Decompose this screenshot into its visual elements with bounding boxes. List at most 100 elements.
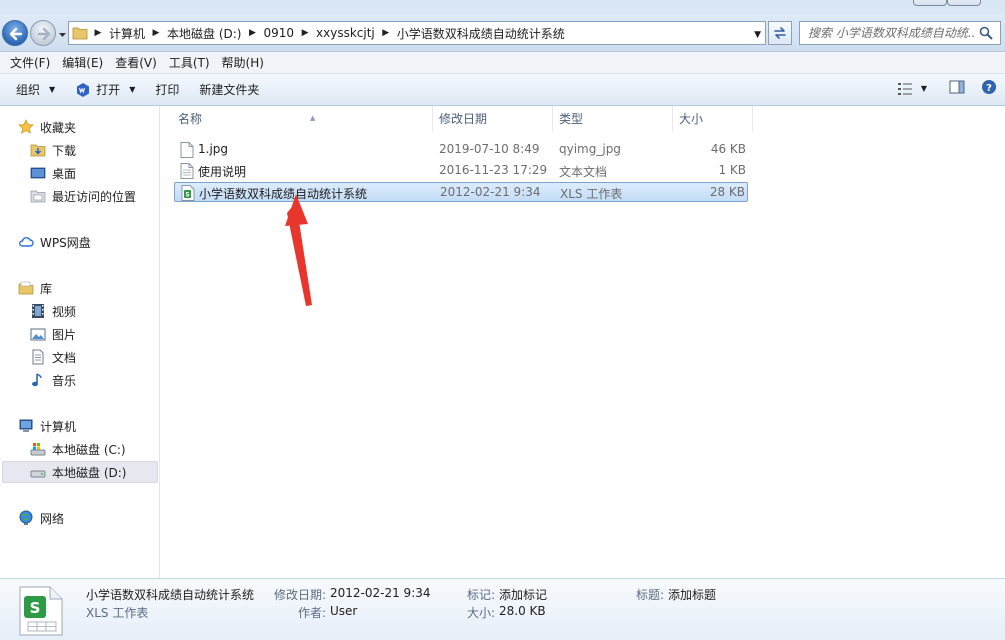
details-tags-value[interactable]: 添加标记 (499, 586, 547, 603)
nav-wps-cloud[interactable]: WPS网盘 (18, 231, 91, 253)
organize-button[interactable]: 组织 ▼ (0, 77, 65, 103)
nav-label: 视频 (52, 304, 77, 319)
column-header-type[interactable]: 类型 (553, 106, 673, 132)
nav-pictures[interactable]: 图片 (30, 323, 76, 345)
wps-icon (75, 82, 91, 98)
back-button[interactable] (2, 20, 28, 46)
file-type: XLS 工作表 (560, 187, 623, 201)
open-button[interactable]: 打开 ▼ (65, 77, 145, 103)
chevron-right-icon[interactable]: ▶ (149, 28, 163, 38)
help-button[interactable]: ? (981, 79, 997, 98)
details-modified-value: 2012-02-21 9:34 (330, 586, 431, 600)
file-name: 1.jpg (198, 142, 229, 156)
address-history-dropdown-icon[interactable]: ▼ (754, 30, 761, 40)
document-icon (30, 349, 46, 365)
file-date: 2016-11-23 17:29 (439, 163, 548, 177)
chevron-right-icon[interactable]: ▶ (298, 28, 312, 38)
forward-arrow-icon (37, 27, 51, 41)
search-input[interactable] (800, 26, 976, 40)
nav-downloads[interactable]: 下载 (30, 139, 76, 161)
details-size-value: 28.0 KB (499, 604, 546, 618)
help-icon: ? (982, 80, 996, 94)
chevron-right-icon[interactable]: ▶ (245, 28, 259, 38)
star-icon (18, 119, 34, 135)
column-label: 大小 (679, 112, 704, 126)
breadcrumb-current-folder[interactable]: 小学语数双科成绩自动统计系统 (393, 25, 569, 42)
menu-file[interactable]: 文件(F) (4, 53, 56, 73)
column-header-size[interactable]: 大小 (673, 106, 753, 132)
nav-network[interactable]: 网络 (18, 507, 64, 529)
search-box[interactable] (799, 21, 1001, 45)
file-type: 文本文档 (559, 165, 608, 179)
menu-tools[interactable]: 工具(T) (163, 53, 216, 73)
details-view-icon (897, 82, 912, 95)
nav-recent-places[interactable]: 最近访问的位置 (30, 185, 136, 207)
text-file-icon (180, 163, 194, 179)
maximize-button[interactable] (947, 0, 981, 6)
back-arrow-icon (9, 27, 23, 41)
nav-libraries[interactable]: 库 (18, 277, 52, 299)
file-type: qyimg_jpg (559, 142, 621, 156)
column-header-name[interactable]: ▲ 名称 (172, 106, 433, 132)
file-row-xls[interactable]: S 小学语数双科成绩自动统计系统 2012-02-21 9:34 XLS 工作表… (174, 182, 748, 202)
nav-drive-d[interactable]: 本地磁盘 (D:) (2, 461, 158, 483)
details-title-value[interactable]: 添加标题 (668, 586, 716, 603)
file-list: ▲ 名称 修改日期 类型 大小 1.jpg 2019-07-10 8:49 qy… (160, 106, 1005, 578)
preview-pane-icon (949, 80, 965, 94)
menu-edit[interactable]: 编辑(E) (56, 53, 109, 73)
nav-label: 本地磁盘 (D:) (52, 465, 127, 480)
menu-help[interactable]: 帮助(H) (216, 53, 270, 73)
cloud-icon (18, 234, 34, 250)
video-icon (30, 303, 46, 319)
nav-label: 库 (40, 281, 53, 296)
details-pane: S 小学语数双科成绩自动统计系统 XLS 工作表 修改日期: 2012-02-2… (0, 578, 1005, 640)
nav-label: 本地磁盘 (C:) (52, 442, 126, 457)
nav-documents[interactable]: 文档 (30, 346, 76, 368)
command-bar: 组织 ▼ 打开 ▼ 打印 新建文件夹 ▼ ? (0, 74, 1005, 106)
breadcrumb-computer[interactable]: 计算机 (105, 25, 149, 42)
nav-label: 下载 (52, 143, 77, 158)
details-title-label: 标题: (636, 588, 665, 602)
preview-pane-button[interactable] (949, 80, 965, 97)
jpg-file-icon (180, 142, 194, 158)
nav-label: 计算机 (40, 419, 77, 434)
xls-large-file-icon: S (19, 586, 63, 636)
nav-label: 收藏夹 (40, 120, 77, 135)
forward-button[interactable] (30, 20, 56, 46)
breadcrumb-0910[interactable]: 0910 (259, 26, 298, 40)
details-author-value[interactable]: User (330, 604, 357, 618)
library-icon (18, 280, 34, 296)
file-date: 2012-02-21 9:34 (440, 185, 541, 199)
dropdown-arrow-icon: ▼ (129, 85, 136, 94)
navigation-pane: 收藏夹 下载 桌面 最近访问的位置 WPS网盘 库 视频 图片 文档 音乐 计算… (0, 106, 160, 578)
nav-videos[interactable]: 视频 (30, 300, 76, 322)
nav-favorites[interactable]: 收藏夹 (18, 116, 76, 138)
file-row-1jpg[interactable]: 1.jpg 2019-07-10 8:49 qyimg_jpg 46 KB (174, 140, 748, 160)
nav-label: 文档 (52, 350, 77, 365)
nav-desktop[interactable]: 桌面 (30, 162, 76, 184)
nav-label: 最近访问的位置 (52, 189, 137, 204)
print-button[interactable]: 打印 (145, 77, 189, 103)
hard-drive-icon (30, 464, 46, 480)
nav-drive-c[interactable]: 本地磁盘 (C:) (30, 438, 126, 460)
nav-computer[interactable]: 计算机 (18, 415, 76, 437)
minimize-button[interactable] (913, 0, 947, 6)
network-globe-icon (18, 510, 34, 526)
nav-music[interactable]: 音乐 (30, 369, 76, 391)
svg-text:S: S (30, 599, 41, 617)
column-header-date[interactable]: 修改日期 (433, 106, 553, 132)
breadcrumb-drive-d[interactable]: 本地磁盘 (D:) (163, 25, 245, 42)
menu-bar: 文件(F) 编辑(E) 查看(V) 工具(T) 帮助(H) (0, 52, 1005, 74)
desktop-icon (30, 165, 46, 181)
search-icon[interactable] (976, 23, 996, 43)
refresh-button[interactable] (768, 21, 792, 45)
view-options-button[interactable]: ▼ (897, 82, 927, 96)
menu-view[interactable]: 查看(V) (109, 53, 163, 73)
new-folder-button[interactable]: 新建文件夹 (189, 77, 269, 103)
recent-pages-dropdown-icon[interactable] (58, 30, 67, 39)
breadcrumb-xxysskcjtj[interactable]: xxysskcjtj (312, 26, 379, 40)
chevron-right-icon[interactable]: ▶ (379, 28, 393, 38)
chevron-right-icon[interactable]: ▶ (91, 28, 105, 38)
file-row-readme[interactable]: 使用说明 2016-11-23 17:29 文本文档 1 KB (174, 161, 748, 181)
address-bar[interactable]: ▶ 计算机 ▶ 本地磁盘 (D:) ▶ 0910 ▶ xxysskcjtj ▶ … (68, 21, 766, 45)
